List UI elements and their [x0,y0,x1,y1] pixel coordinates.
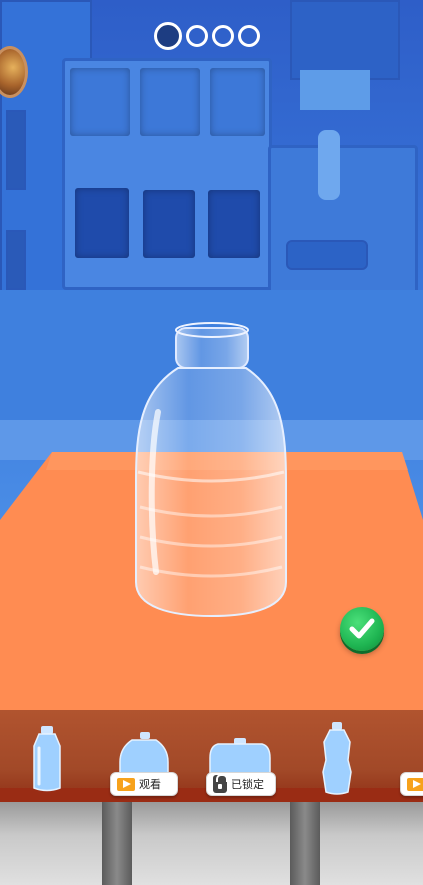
floor-base [0,802,423,885]
padlock-icon [213,774,228,793]
checkmark-icon [349,618,375,639]
shelf-cubby [140,68,200,136]
bottle-option-partial[interactable] [398,710,423,802]
shelf-cubby [143,190,195,258]
progress-dot [154,22,182,50]
level-progress [154,22,260,50]
table-leg-right [290,802,320,885]
shelf-cubby [75,188,129,258]
watch-ad-badge-partial[interactable] [400,772,423,796]
bottle-option-tall[interactable] [22,710,72,802]
wall-cabinet [290,0,400,80]
shelf-cubby [210,68,265,136]
bottle-selector-bar: 观看 已锁定 [0,710,423,802]
faucet [318,130,340,200]
slim-bottle-icon [322,722,352,795]
progress-dot [186,25,208,47]
progress-dot [212,25,234,47]
main-bottle[interactable] [130,322,292,618]
video-play-icon [407,777,423,791]
shelf-cubby [208,190,260,258]
sink-basin [286,240,368,270]
paper-towel [300,70,370,110]
bottle-option-jug[interactable]: 观看 [108,710,180,802]
progress-dot [238,25,260,47]
watch-ad-badge[interactable]: 观看 [110,772,178,796]
locked-label: 已锁定 [231,778,264,791]
fridge-handle [6,110,26,190]
fridge-handle-lower [6,230,26,290]
bottle-option-slim[interactable] [316,710,358,802]
confirm-button[interactable] [340,607,384,651]
table-leg-left [102,802,132,885]
video-play-icon [117,777,135,791]
locked-badge: 已锁定 [206,772,276,796]
bottle-option-wide[interactable]: 已锁定 [204,710,276,802]
tall-bottle-icon [33,726,61,792]
sink-unit [268,145,418,295]
shelf-cubby [70,68,130,136]
watch-label: 观看 [139,778,161,791]
